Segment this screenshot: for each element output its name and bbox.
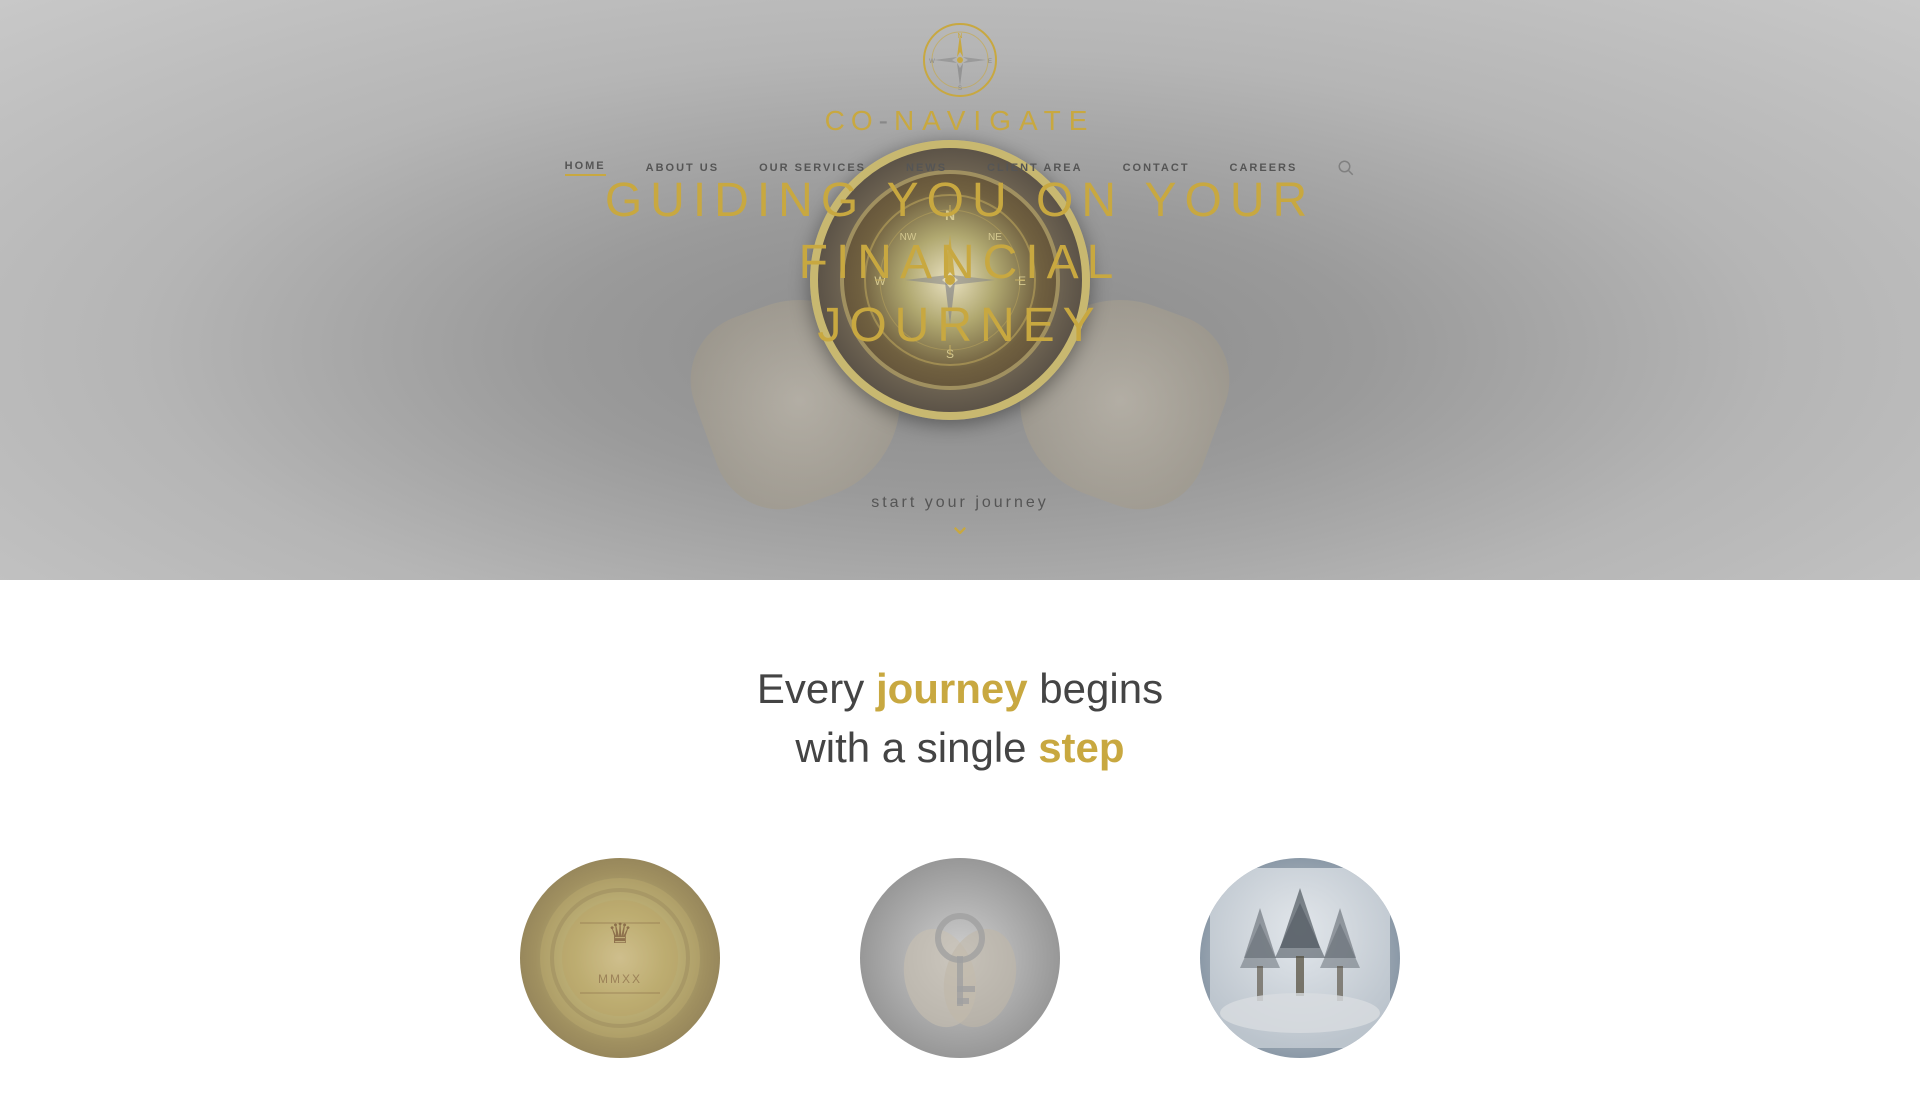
hero-content: GUIDING YOU ON YOUR FINANCIAL JOURNEY bbox=[510, 170, 1410, 357]
logo-icon: N S W E bbox=[920, 20, 1000, 100]
circle-item-coin: ♛ MMXX bbox=[520, 858, 720, 1058]
main-nav: HOME ABOUT US OUR SERVICES NEWS CLIENT A… bbox=[565, 149, 1356, 187]
svg-text:W: W bbox=[929, 59, 935, 65]
tagline-before1: Every bbox=[757, 665, 876, 712]
forest-svg bbox=[1210, 868, 1390, 1048]
hero-title-line1: GUIDING YOU ON YOUR FINANCIAL bbox=[510, 170, 1410, 295]
nav-careers[interactable]: CAREERS bbox=[1230, 162, 1298, 174]
logo-text: CO-NAVIGATE bbox=[825, 105, 1096, 137]
tagline-line1: Every journey begins bbox=[757, 660, 1163, 719]
circles-row: ♛ MMXX bbox=[520, 858, 1400, 1058]
hero-title: GUIDING YOU ON YOUR FINANCIAL JOURNEY bbox=[510, 170, 1410, 357]
nav-about[interactable]: ABOUT US bbox=[646, 162, 719, 174]
circle-item-key bbox=[860, 858, 1060, 1058]
logo-dash: - bbox=[879, 105, 894, 136]
circle-key bbox=[860, 858, 1060, 1058]
svg-text:MMXX: MMXX bbox=[598, 972, 642, 986]
nav-client-area[interactable]: CLIENT AREA bbox=[987, 162, 1083, 174]
coin-svg: ♛ MMXX bbox=[530, 868, 710, 1048]
logo-navigate: NAVIGATE bbox=[894, 105, 1095, 136]
key-svg bbox=[870, 868, 1050, 1048]
svg-text:♛: ♛ bbox=[607, 919, 632, 950]
circle-coin: ♛ MMXX bbox=[520, 858, 720, 1058]
journey-cta-text: start your journey bbox=[871, 494, 1049, 511]
svg-text:N: N bbox=[957, 33, 962, 40]
nav-news[interactable]: NEWS bbox=[906, 162, 947, 174]
search-icon[interactable] bbox=[1337, 159, 1355, 177]
logo-co: CO bbox=[825, 105, 879, 136]
journey-cta[interactable]: start your journey ⌄ bbox=[871, 494, 1049, 540]
tagline-after1: begins bbox=[1028, 665, 1163, 712]
tagline-highlight2: step bbox=[1038, 724, 1124, 771]
tagline: Every journey begins with a single step bbox=[757, 660, 1163, 778]
content-section: Every journey begins with a single step … bbox=[0, 580, 1920, 1118]
circle-item-forest bbox=[1200, 858, 1400, 1058]
tagline-highlight1: journey bbox=[876, 665, 1028, 712]
hero-section: N S W E NE NW bbox=[0, 0, 1920, 580]
nav-home[interactable]: HOME bbox=[565, 160, 606, 176]
hero-title-line2: JOURNEY bbox=[510, 295, 1410, 357]
tagline-line2: with a single step bbox=[757, 719, 1163, 778]
svg-text:E: E bbox=[988, 59, 992, 65]
header: N S W E CO-NAVIGATE HOME ABOUT US OUR SE… bbox=[0, 0, 1920, 187]
chevron-down-icon[interactable]: ⌄ bbox=[871, 512, 1049, 540]
nav-services[interactable]: OUR SERVICES bbox=[759, 162, 866, 174]
logo-container: N S W E CO-NAVIGATE bbox=[825, 20, 1096, 137]
svg-text:S: S bbox=[958, 86, 962, 92]
circle-forest bbox=[1200, 858, 1400, 1058]
tagline-before2: with a single bbox=[795, 724, 1038, 771]
nav-contact[interactable]: CONTACT bbox=[1123, 162, 1190, 174]
